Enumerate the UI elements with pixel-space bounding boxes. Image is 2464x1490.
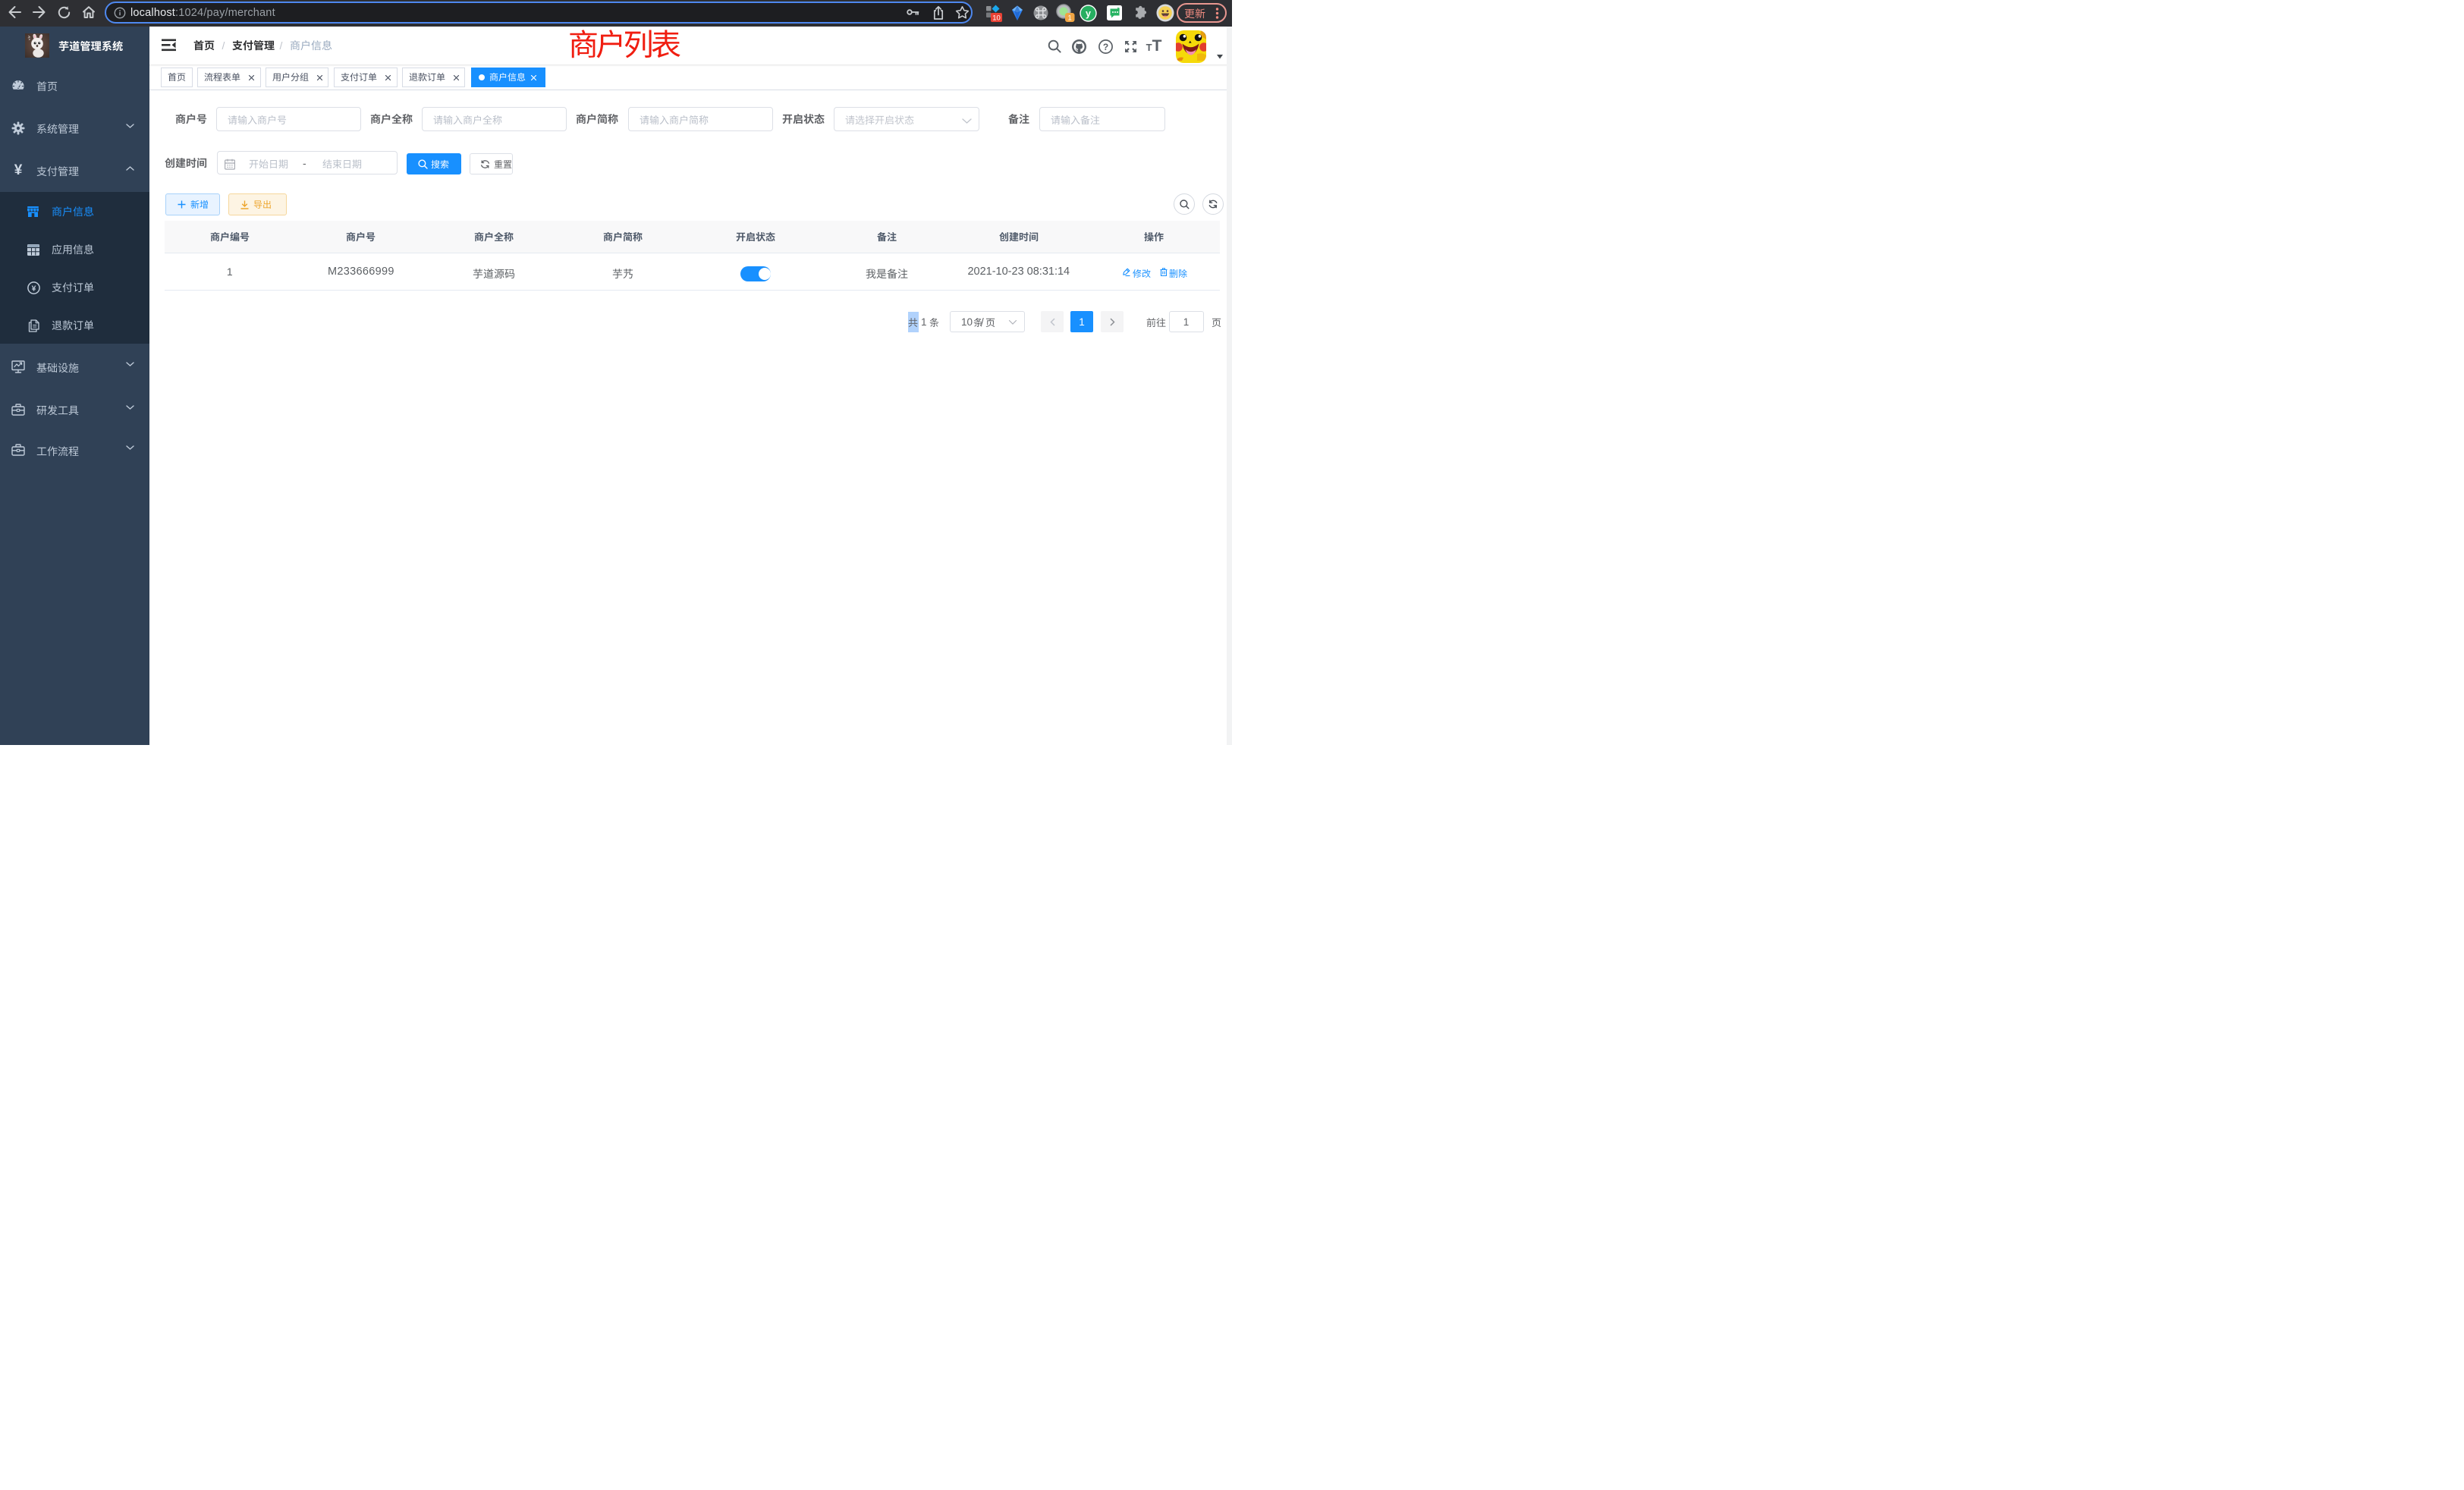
svg-text:1: 1 bbox=[1068, 14, 1072, 23]
svg-text:y: y bbox=[1086, 8, 1091, 19]
svg-text:¥: ¥ bbox=[31, 284, 36, 293]
svg-text:10: 10 bbox=[992, 14, 1001, 23]
svg-text:?: ? bbox=[1102, 41, 1108, 52]
